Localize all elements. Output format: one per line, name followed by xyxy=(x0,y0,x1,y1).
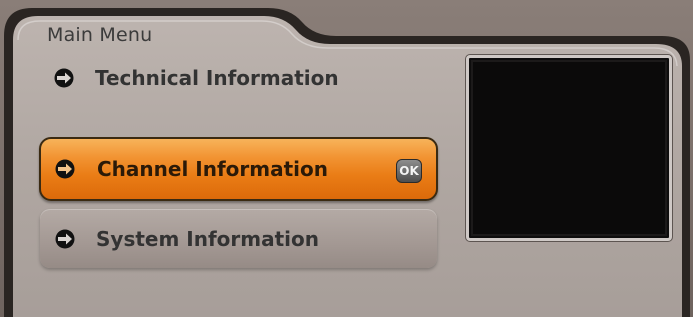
arrow-right-icon xyxy=(55,159,75,179)
menu-item-label: System Information xyxy=(96,226,319,251)
menu-item-label: Channel Information xyxy=(97,157,328,181)
arrow-right-icon xyxy=(55,229,75,248)
ok-key-icon: OK xyxy=(396,159,422,183)
breadcrumb-title: Main Menu xyxy=(47,24,153,46)
menu-item-technical-information[interactable]: Technical Information xyxy=(54,63,414,93)
menu-item-label: Technical Information xyxy=(95,66,339,90)
menu-item-system-information[interactable]: System Information xyxy=(40,209,437,268)
video-preview-window xyxy=(466,55,672,241)
arrow-right-icon xyxy=(54,68,74,88)
menu-item-channel-information[interactable]: Channel Information OK xyxy=(39,137,438,201)
screen: Main Menu Technical Information Channel … xyxy=(0,0,693,317)
video-preview-screen xyxy=(473,62,665,234)
